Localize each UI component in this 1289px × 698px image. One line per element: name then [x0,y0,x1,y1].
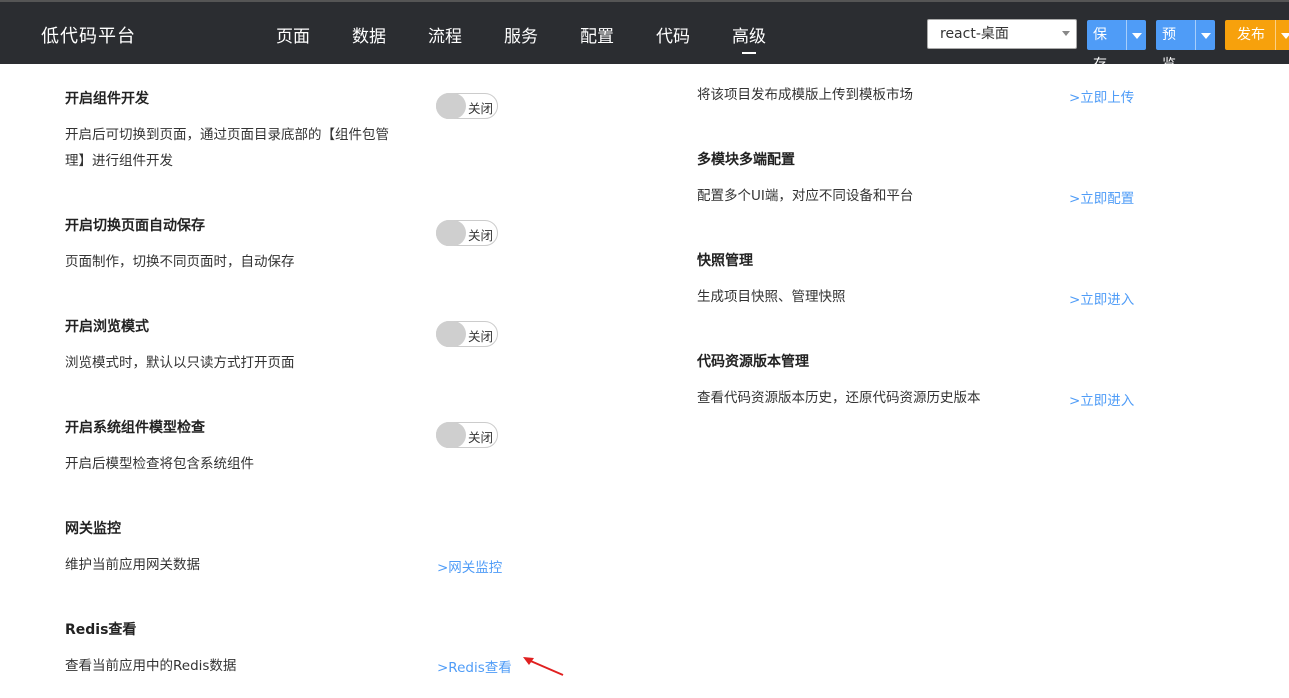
setting-title-autosave: 开启切换页面自动保存 [65,218,205,234]
publish-button[interactable]: 发布 [1225,20,1289,50]
snapshot-enter-link[interactable]: >立即进入 [1069,288,1134,308]
nav-service[interactable]: 服务 [504,22,538,47]
setting-desc-line: 理】进行组件开发 [65,153,173,169]
toggle-label: 关闭 [468,329,494,344]
setting-desc-code-version: 查看代码资源版本历史，还原代码资源历史版本 [697,390,981,406]
setting-desc-multi-module: 配置多个UI端，对应不同设备和平台 [697,188,914,204]
preview-dropdown-caret-icon[interactable] [1195,20,1215,50]
setting-title-multi-module: 多模块多端配置 [697,152,795,168]
setting-desc-model-check: 开启后模型检查将包含系统组件 [65,456,254,472]
setting-desc-autosave: 页面制作，切换不同页面时，自动保存 [65,254,295,270]
code-version-enter-link[interactable]: >立即进入 [1069,389,1134,409]
toggle-label: 关闭 [468,228,494,243]
nav-code[interactable]: 代码 [656,22,690,47]
brand-title: 低代码平台 [41,26,136,47]
setting-desc-snapshot: 生成项目快照、管理快照 [697,289,846,305]
setting-desc-browse-mode: 浏览模式时，默认以只读方式打开页面 [65,355,295,371]
setting-desc-redis: 查看当前应用中的Redis数据 [65,658,237,674]
setting-title-model-check: 开启系统组件模型检查 [65,420,205,436]
top-bar: 低代码平台 页面 数据 流程 服务 配置 代码 高级 react-桌面 保存 预… [0,0,1289,73]
upload-now-link[interactable]: >立即上传 [1069,86,1134,106]
save-dropdown-caret-icon[interactable] [1126,20,1146,50]
setting-desc-template-upload: 将该项目发布成模版上传到模板市场 [697,87,913,103]
model-check-toggle[interactable]: 关闭 [436,422,498,448]
preview-button-label: 预览 [1162,27,1176,73]
toggle-knob [436,220,466,246]
nav-page[interactable]: 页面 [276,22,310,47]
configure-now-link[interactable]: >立即配置 [1069,187,1134,207]
browse-mode-toggle[interactable]: 关闭 [436,321,498,347]
nav-flow[interactable]: 流程 [428,22,462,47]
publish-dropdown-caret-icon[interactable] [1275,20,1289,50]
red-arrow-icon [523,657,564,676]
setting-title-component-dev: 开启组件开发 [65,91,149,107]
redis-view-link[interactable]: >Redis查看 [437,656,512,676]
chevron-down-icon [1062,31,1070,36]
component-dev-toggle[interactable]: 关闭 [436,93,498,119]
setting-desc-component-dev: 开启后可切换到页面，通过页面目录底部的【组件包管 理】进行组件开发 [65,122,389,174]
toggle-knob [436,422,466,448]
setting-title-redis: Redis查看 [65,622,137,638]
toggle-label: 关闭 [468,101,494,116]
save-button[interactable]: 保存 [1087,20,1146,73]
gateway-monitor-link[interactable]: >网关监控 [437,556,502,576]
publish-button-label: 发布 [1237,27,1265,43]
setting-desc-line: 开启后可切换到页面，通过页面目录底部的【组件包管 [65,127,389,143]
save-button-label: 保存 [1093,27,1107,73]
setting-title-browse-mode: 开启浏览模式 [65,319,149,335]
project-select[interactable]: react-桌面 [927,19,1077,49]
nav-config[interactable]: 配置 [580,22,614,47]
autosave-toggle[interactable]: 关闭 [436,220,498,246]
toggle-knob [436,321,466,347]
toggle-knob [436,93,466,119]
project-select-value: react-桌面 [940,26,1009,42]
nav-data[interactable]: 数据 [352,22,386,47]
toggle-label: 关闭 [468,430,494,445]
setting-title-snapshot: 快照管理 [697,253,753,269]
setting-desc-gateway: 维护当前应用网关数据 [65,557,200,573]
setting-title-gateway: 网关监控 [65,521,121,537]
nav-advanced[interactable]: 高级 [732,22,766,54]
setting-title-code-version: 代码资源版本管理 [697,354,809,370]
preview-button[interactable]: 预览 [1156,20,1215,73]
